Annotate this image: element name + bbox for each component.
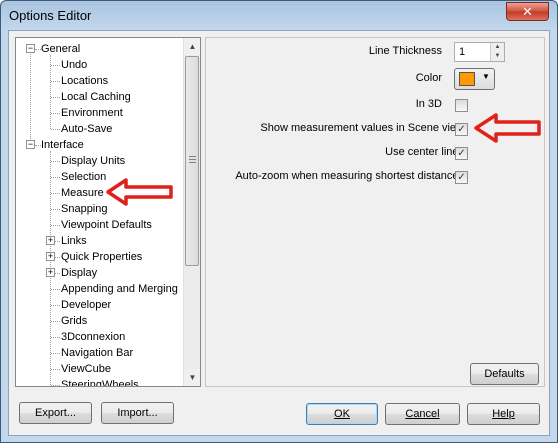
annotation-arrow-icon <box>474 113 541 143</box>
scroll-up-icon[interactable]: ▲ <box>184 38 200 55</box>
use-center-lines-checkbox[interactable]: ✓ <box>455 147 468 160</box>
title-bar[interactable]: Options Editor ✕ <box>1 1 557 30</box>
auto-zoom-checkbox[interactable]: ✓ <box>455 171 468 184</box>
expand-icon[interactable]: + <box>46 236 55 245</box>
tree-node-quick-properties[interactable]: + Quick Properties <box>16 249 184 265</box>
import-button[interactable]: Import... <box>101 402 174 424</box>
spin-up-icon[interactable]: ▲ <box>490 43 504 52</box>
tree-node-developer[interactable]: Developer <box>16 297 184 313</box>
tree-node-local-caching[interactable]: Local Caching <box>16 89 184 105</box>
tree-node-viewpoint-defaults[interactable]: Viewpoint Defaults <box>16 217 184 233</box>
annotation-arrow-icon <box>106 178 173 206</box>
tree-node-environment[interactable]: Environment <box>16 105 184 121</box>
ok-label: OK <box>334 408 350 420</box>
show-measurement-label: Show measurement values in Scene view <box>260 122 464 134</box>
help-label: Help <box>492 408 515 420</box>
show-measurement-checkbox[interactable]: ✓ <box>455 123 468 136</box>
options-editor-window: Options Editor ✕ − General Undo Locations Lo… <box>0 0 558 443</box>
tree-node-label: Navigation Bar <box>61 347 134 359</box>
defaults-button[interactable]: Defaults <box>470 363 539 385</box>
color-swatch <box>459 72 475 86</box>
tree-node-undo[interactable]: Undo <box>16 57 184 73</box>
tree-node-label: Auto-Save <box>61 123 113 135</box>
collapse-icon[interactable]: − <box>26 44 35 53</box>
close-icon: ✕ <box>522 4 533 19</box>
measure-settings-panel: Line Thickness 1 ▲ ▼ Color ▼ In 3D Show … <box>205 37 545 387</box>
tree-node-label: Local Caching <box>61 91 131 103</box>
tree-node-label: Appending and Merging <box>61 283 178 295</box>
collapse-icon[interactable]: − <box>26 140 35 149</box>
tree-node-3dconnexion[interactable]: 3Dconnexion <box>16 329 184 345</box>
tree-node-label: SteeringWheels <box>61 379 139 386</box>
tree-node-viewcube[interactable]: ViewCube <box>16 361 184 377</box>
scroll-thumb[interactable] <box>185 56 199 266</box>
spin-down-icon[interactable]: ▼ <box>490 52 504 61</box>
tree-node-display[interactable]: + Display <box>16 265 184 281</box>
tree-node-label: Links <box>61 235 87 247</box>
tree-node-label: Developer <box>61 299 112 311</box>
tree-node-steeringwheels[interactable]: SteeringWheels <box>16 377 184 386</box>
line-thickness-stepper[interactable]: 1 ▲ ▼ <box>454 42 505 62</box>
tree-scrollbar[interactable]: ▲ ▼ <box>183 38 200 386</box>
tree-node-display-units[interactable]: Display Units <box>16 153 184 169</box>
cancel-label: Cancel <box>405 408 440 420</box>
color-label: Color <box>415 72 442 84</box>
tree-node-label: Environment <box>61 107 123 119</box>
tree-content: − General Undo Locations Local Caching Enviro… <box>16 38 184 386</box>
tree-node-label: Quick Properties <box>61 251 143 263</box>
tree-node-auto-save[interactable]: Auto-Save <box>16 121 184 137</box>
color-dropdown[interactable]: ▼ <box>454 68 495 90</box>
tree-node-links[interactable]: + Links <box>16 233 184 249</box>
auto-zoom-label: Auto-zoom when measuring shortest distan… <box>235 170 464 182</box>
close-button[interactable]: ✕ <box>506 2 549 21</box>
line-thickness-value: 1 <box>459 46 466 58</box>
tree-node-grids[interactable]: Grids <box>16 313 184 329</box>
in3d-checkbox[interactable] <box>455 99 468 112</box>
use-center-lines-label: Use center lines <box>385 146 464 158</box>
line-thickness-label: Line Thickness <box>368 45 442 57</box>
tree-node-interface[interactable]: − Interface <box>16 137 184 153</box>
chevron-down-icon: ▼ <box>482 72 490 81</box>
tree-node-label: 3Dconnexion <box>61 331 126 343</box>
tree-node-label: Locations <box>61 75 109 87</box>
tree-node-locations[interactable]: Locations <box>16 73 184 89</box>
tree-node-label: Measure <box>61 187 104 199</box>
expand-icon[interactable]: + <box>46 268 55 277</box>
ok-button[interactable]: OK <box>306 403 378 425</box>
cancel-button[interactable]: Cancel <box>385 403 460 425</box>
window-title: Options Editor <box>9 8 92 23</box>
tree-node-label: ViewCube <box>61 363 111 375</box>
tree-node-appending-and-merging[interactable]: Appending and Merging <box>16 281 184 297</box>
tree-node-label: Display <box>61 267 98 279</box>
options-tree: − General Undo Locations Local Caching Enviro… <box>15 37 201 387</box>
tree-node-general[interactable]: − General <box>16 41 184 57</box>
tree-node-label: Display Units <box>61 155 126 167</box>
tree-node-label: Snapping <box>61 203 108 215</box>
scroll-down-icon[interactable]: ▼ <box>184 369 200 386</box>
tree-node-label: Grids <box>61 315 88 327</box>
dialog-client-area: − General Undo Locations Local Caching Enviro… <box>8 30 550 436</box>
tree-node-navigation-bar[interactable]: Navigation Bar <box>16 345 184 361</box>
tree-node-label: Undo <box>61 59 88 71</box>
in3d-label: In 3D <box>415 98 442 110</box>
tree-node-label: General <box>41 43 81 55</box>
tree-node-label: Selection <box>61 171 107 183</box>
tree-node-label: Viewpoint Defaults <box>61 219 152 231</box>
export-button[interactable]: Export... <box>19 402 92 424</box>
help-button[interactable]: Help <box>467 403 540 425</box>
expand-icon[interactable]: + <box>46 252 55 261</box>
tree-node-label: Interface <box>41 139 84 151</box>
